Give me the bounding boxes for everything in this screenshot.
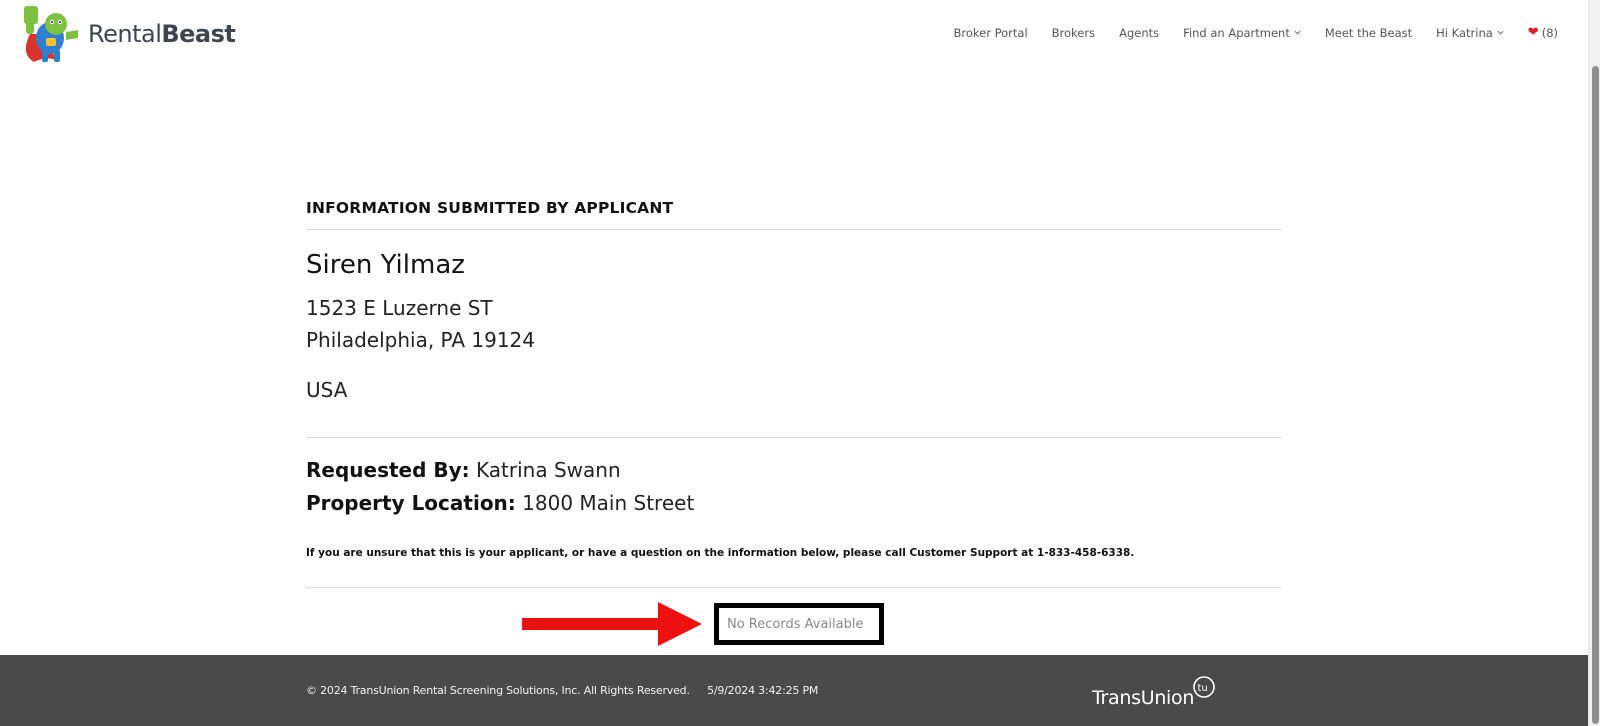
nav-user-menu-dropdown[interactable]: Hi Katrina xyxy=(1436,26,1504,40)
nav-meet-the-beast-label: Meet the Beast xyxy=(1324,25,1413,40)
applicant-name: Siren Yilmaz xyxy=(306,250,465,280)
logo-wordmark: RentalBeast xyxy=(88,20,236,48)
nav-meet-the-beast[interactable]: Meet the Beast xyxy=(1325,26,1412,40)
property-location-row: Property Location: 1800 Main Street xyxy=(306,491,694,515)
superhero-mascot-icon xyxy=(24,6,78,62)
customer-support-notice: If you are unsure that this is your appl… xyxy=(306,547,1135,559)
rental-beast-logo[interactable]: RentalBeast xyxy=(16,4,236,64)
nav-broker-portal-label: Broker Portal xyxy=(953,25,1028,40)
applicant-city-state-zip: Philadelphia, PA 19124 xyxy=(306,328,536,352)
logo-word-rental: Rental xyxy=(88,20,162,48)
nav-brokers-label: Brokers xyxy=(1051,25,1096,40)
main-nav: Broker Portal Brokers Agents Find an Apa… xyxy=(929,25,1558,40)
footer-copyright: © 2024 TransUnion Rental Screening Solut… xyxy=(306,684,690,697)
applicant-street: 1523 E Luzerne ST xyxy=(306,296,493,320)
property-location-value: 1800 Main Street xyxy=(522,491,695,515)
nav-brokers[interactable]: Brokers xyxy=(1052,26,1095,40)
requested-by-value: Katrina Swann xyxy=(476,458,621,482)
no-records-box: No Records Available xyxy=(714,603,884,645)
nav-find-an-apartment-dropdown[interactable]: Find an Apartment xyxy=(1183,26,1301,40)
property-location-label: Property Location: xyxy=(306,491,516,515)
heart-icon: ❤ xyxy=(1527,25,1539,40)
favorites-count: (8) xyxy=(1541,25,1558,40)
section-title: INFORMATION SUBMITTED BY APPLICANT xyxy=(306,199,674,217)
nav-agents-label: Agents xyxy=(1119,25,1160,40)
nav-find-an-apartment-label: Find an Apartment xyxy=(1183,25,1290,40)
tu-logo-icon: tu xyxy=(1193,676,1215,698)
logo-word-beast: Beast xyxy=(161,20,236,48)
scrollbar-thumb[interactable] xyxy=(1592,66,1599,724)
chevron-down-icon xyxy=(1294,30,1301,35)
requested-by-row: Requested By: Katrina Swann xyxy=(306,458,621,482)
applicant-country: USA xyxy=(306,378,348,402)
footer-timestamp: 5/9/2024 3:42:25 PM xyxy=(707,684,819,697)
vertical-scrollbar[interactable] xyxy=(1588,0,1600,726)
divider xyxy=(306,587,1281,588)
divider xyxy=(306,437,1281,438)
svg-text:tu: tu xyxy=(1198,683,1208,694)
transunion-wordmark: TransUnion xyxy=(1092,687,1195,709)
footer-info: © 2024 TransUnion Rental Screening Solut… xyxy=(306,684,818,697)
requested-by-label: Requested By: xyxy=(306,458,470,482)
nav-favorites[interactable]: ❤ (8) xyxy=(1528,25,1558,40)
nav-broker-portal[interactable]: Broker Portal xyxy=(953,26,1027,40)
top-navigation-bar: RentalBeast Broker Portal Brokers Agents… xyxy=(0,0,1588,70)
footer: © 2024 TransUnion Rental Screening Solut… xyxy=(0,655,1588,726)
chevron-down-icon xyxy=(1497,30,1504,35)
red-arrow-annotation-icon xyxy=(522,602,702,646)
divider xyxy=(306,229,1281,230)
nav-user-greeting: Hi Katrina xyxy=(1436,25,1493,40)
no-records-text: No Records Available xyxy=(727,616,864,632)
nav-agents[interactable]: Agents xyxy=(1119,26,1159,40)
transunion-logo: TransUnion tu xyxy=(1092,675,1216,709)
